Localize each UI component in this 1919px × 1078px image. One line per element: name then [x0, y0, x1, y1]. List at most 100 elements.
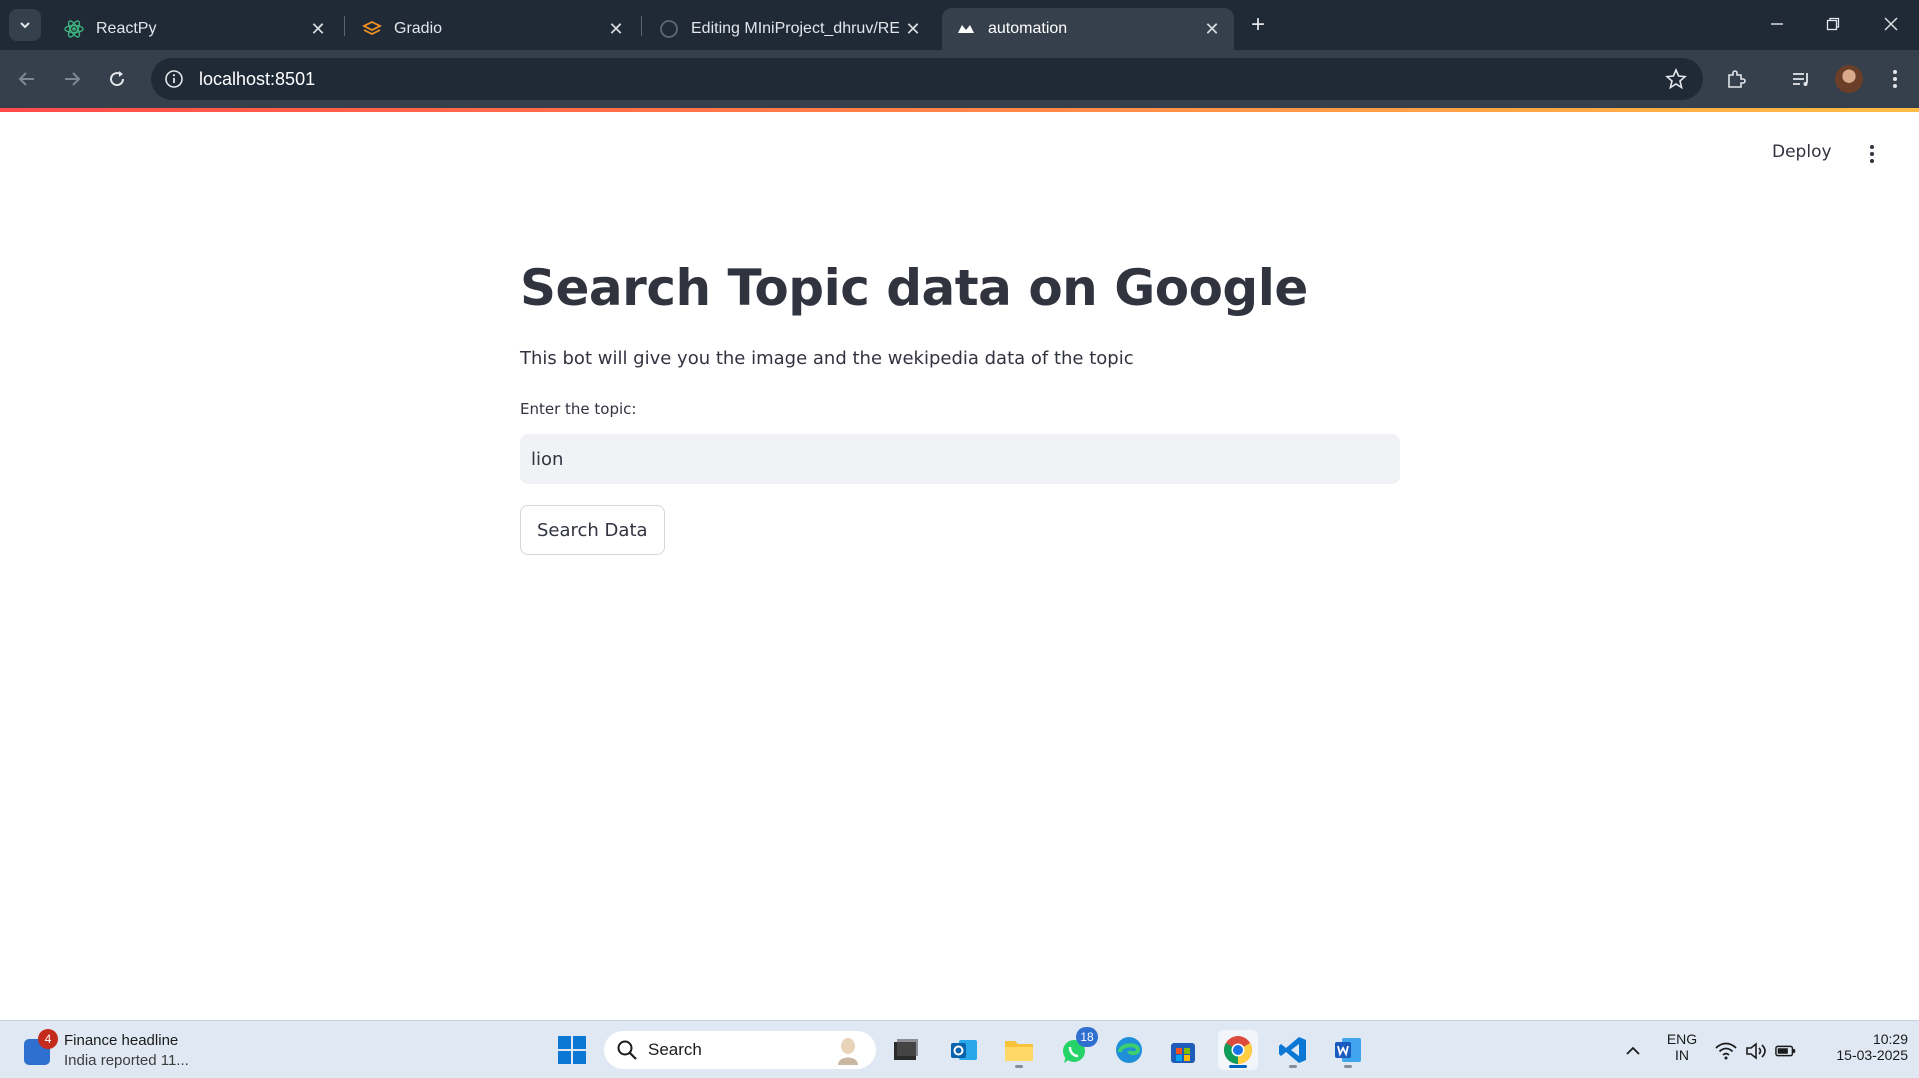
- back-button[interactable]: [10, 62, 44, 96]
- taskbar-task-view[interactable]: [886, 1030, 926, 1070]
- whatsapp-badge: 18: [1076, 1027, 1098, 1047]
- running-indicator: [1289, 1065, 1297, 1068]
- search-label: Search: [648, 1040, 702, 1059]
- region-code: IN: [1675, 1047, 1689, 1063]
- taskbar-edge[interactable]: [1109, 1030, 1149, 1070]
- tab-title: Editing MIniProject_dhruv/READ: [691, 20, 899, 37]
- url-text[interactable]: localhost:8501: [199, 69, 1659, 90]
- outlook-icon: [951, 1040, 977, 1060]
- deploy-button[interactable]: Deploy: [1772, 142, 1832, 162]
- topic-input-label: Enter the topic:: [520, 400, 637, 418]
- tab-title: automation: [988, 20, 1068, 37]
- volume-icon[interactable]: [1745, 1040, 1767, 1062]
- browser-toolbar: localhost:8501: [0, 50, 1919, 108]
- info-icon[interactable]: [159, 64, 189, 94]
- address-bar[interactable]: localhost:8501: [151, 58, 1703, 100]
- taskbar-whatsapp[interactable]: 18: [1054, 1027, 1098, 1070]
- taskbar-search[interactable]: Search: [604, 1031, 876, 1069]
- tab-separator: [641, 16, 642, 36]
- taskbar-vscode[interactable]: [1273, 1030, 1313, 1070]
- edge-icon: [1116, 1037, 1142, 1063]
- restore-icon: [1826, 17, 1840, 31]
- minimize-icon: [1771, 23, 1783, 25]
- taskbar-outlook[interactable]: [944, 1030, 984, 1070]
- tab-separator: [344, 16, 345, 36]
- chrome-icon: [1224, 1036, 1252, 1064]
- widget-subtitle: India reported 11...: [64, 1052, 189, 1069]
- taskbar-store[interactable]: [1163, 1030, 1203, 1070]
- tab-gradio[interactable]: Gradio ✕: [348, 8, 638, 50]
- store-icon: [1171, 1043, 1195, 1063]
- close-icon[interactable]: ✕: [602, 15, 630, 43]
- search-highlight-icon: [838, 1038, 858, 1065]
- close-icon[interactable]: ✕: [304, 15, 332, 43]
- menu-dot: [1870, 152, 1874, 156]
- close-icon: [1884, 17, 1898, 31]
- system-clock[interactable]: 10:29 15-03-2025: [1808, 1031, 1908, 1063]
- windows-taskbar: 4 Finance headline India reported 11... …: [0, 1020, 1919, 1078]
- tab-title: Gradio: [394, 20, 443, 37]
- menu-dot: [1870, 159, 1874, 163]
- running-indicator: [1229, 1065, 1247, 1068]
- notification-badge: 4: [38, 1029, 58, 1049]
- media-controls-button[interactable]: [1784, 62, 1818, 96]
- tab-reactpy[interactable]: ReactPy ✕: [50, 8, 340, 50]
- restore-button[interactable]: [1813, 8, 1853, 40]
- star-icon[interactable]: [1659, 62, 1693, 96]
- taskbar-word[interactable]: [1328, 1030, 1368, 1070]
- taskbar-chrome[interactable]: [1218, 1030, 1258, 1070]
- github-icon: [659, 19, 679, 39]
- reactpy-icon: [64, 19, 84, 39]
- profile-avatar[interactable]: [1835, 65, 1863, 93]
- running-indicator: [1344, 1065, 1352, 1068]
- browser-tab-strip: ReactPy ✕ Gradio ✕ Editing MIniProject_d…: [0, 0, 1919, 50]
- page-description: This bot will give you the image and the…: [520, 348, 1134, 369]
- running-indicator: [1015, 1065, 1023, 1068]
- taskbar-file-explorer[interactable]: [999, 1030, 1039, 1070]
- language-code: ENG: [1666, 1031, 1698, 1047]
- media-queue-icon: [1793, 73, 1808, 86]
- extensions-button[interactable]: [1719, 62, 1753, 96]
- wifi-icon[interactable]: [1715, 1040, 1737, 1062]
- task-view-icon: [894, 1039, 918, 1060]
- tab-automation[interactable]: automation ✕: [942, 8, 1234, 50]
- search-data-button[interactable]: Search Data: [520, 505, 665, 555]
- tab-title: ReactPy: [96, 20, 157, 37]
- main-content: Search Topic data on Google This bot wil…: [520, 250, 1400, 555]
- chevron-down-icon: [20, 22, 30, 29]
- tab-search-button[interactable]: [9, 9, 41, 41]
- topic-input[interactable]: lion: [520, 434, 1400, 484]
- start-button[interactable]: [552, 1030, 592, 1070]
- search-icon: [617, 1040, 637, 1060]
- news-widget[interactable]: 4 Finance headline India reported 11...: [20, 1029, 230, 1071]
- windows-logo-icon: [558, 1036, 586, 1064]
- more-vertical-icon: [1893, 70, 1897, 88]
- input-language[interactable]: ENG IN: [1662, 1031, 1702, 1063]
- new-tab-button[interactable]: +: [1243, 10, 1273, 40]
- arrow-left-icon: [18, 72, 34, 86]
- puzzle-icon: [1728, 70, 1746, 88]
- menu-dot: [1870, 145, 1874, 149]
- main-menu-button[interactable]: [1858, 140, 1886, 168]
- battery-icon[interactable]: [1775, 1040, 1797, 1062]
- close-icon[interactable]: ✕: [899, 15, 927, 43]
- forward-button[interactable]: [55, 62, 89, 96]
- clock-time: 10:29: [1872, 1031, 1908, 1047]
- reload-icon: [110, 71, 125, 87]
- page-title: Search Topic data on Google: [520, 259, 1308, 317]
- app-header: Deploy: [0, 112, 1919, 192]
- streamlit-icon: [956, 19, 976, 39]
- close-icon[interactable]: ✕: [1198, 15, 1226, 43]
- show-hidden-icons-button[interactable]: [1622, 1040, 1644, 1062]
- chevron-up-icon: [1626, 1046, 1640, 1055]
- close-window-button[interactable]: [1871, 8, 1911, 40]
- folder-icon: [1005, 1041, 1033, 1061]
- clock-date: 15-03-2025: [1836, 1047, 1908, 1063]
- tab-github-editing[interactable]: Editing MIniProject_dhruv/READ ✕: [645, 8, 935, 50]
- word-icon: [1335, 1038, 1361, 1062]
- topic-input-value[interactable]: lion: [531, 449, 563, 470]
- browser-menu-button[interactable]: [1878, 62, 1912, 96]
- reload-button[interactable]: [100, 62, 134, 96]
- gradio-icon: [362, 19, 382, 39]
- minimize-button[interactable]: [1757, 8, 1797, 40]
